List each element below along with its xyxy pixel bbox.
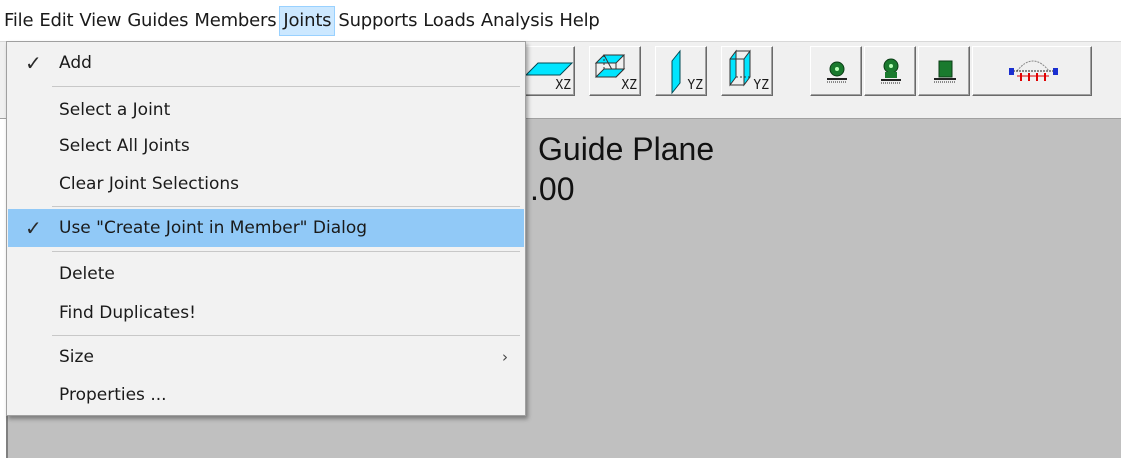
menu-item-label: Properties ... — [59, 385, 167, 405]
menu-separator — [52, 251, 520, 252]
menu-joints[interactable]: Joints — [279, 5, 336, 36]
guide-plane-title: Guide Plane — [538, 131, 715, 167]
submenu-arrow-icon: › — [502, 348, 508, 366]
check-icon: ✓ — [25, 51, 42, 75]
menu-item-label: Select All Joints — [59, 136, 190, 156]
guide-plane-value: .00 — [530, 171, 575, 207]
menu-separator — [52, 206, 520, 207]
menu-file[interactable]: File — [1, 6, 36, 36]
menu-item-select-joint[interactable]: Select a Joint — [8, 91, 524, 129]
yz-plane-button[interactable]: YZ — [655, 46, 707, 96]
menu-separator — [52, 335, 520, 336]
menu-loads[interactable]: Loads — [420, 6, 478, 36]
menu-item-label: Find Duplicates! — [59, 303, 196, 323]
check-icon: ✓ — [25, 216, 42, 240]
menu-item-delete[interactable]: Delete — [8, 255, 524, 293]
menu-item-label: Use "Create Joint in Member" Dialog — [59, 218, 368, 238]
menu-item-label: Add — [59, 53, 92, 73]
menu-separator — [52, 86, 520, 87]
roller-support-button[interactable] — [864, 46, 916, 96]
menu-item-label: Clear Joint Selections — [59, 174, 240, 194]
menu-edit[interactable]: Edit — [36, 6, 76, 36]
pin-support-icon — [827, 61, 847, 83]
menu-item-clear-joint-selections[interactable]: Clear Joint Selections — [8, 165, 524, 203]
yz-label: YZ — [687, 78, 703, 93]
xz-box-button[interactable]: XZ — [589, 46, 641, 96]
menu-item-label: Size — [59, 347, 94, 367]
menu-supports[interactable]: Supports — [335, 6, 420, 36]
yz-box-button[interactable]: YZ — [721, 46, 773, 96]
joints-dropdown-menu: ✓ Add Select a Joint Select All Joints C… — [6, 41, 526, 416]
menu-view[interactable]: View — [76, 6, 124, 36]
menu-item-label: Delete — [59, 264, 115, 284]
menu-item-create-joint-dialog[interactable]: ✓ Use "Create Joint in Member" Dialog — [8, 209, 524, 247]
menu-analysis[interactable]: Analysis — [478, 6, 557, 36]
roller-support-icon — [881, 58, 901, 84]
menu-members[interactable]: Members — [191, 6, 279, 36]
xz-plane-button[interactable]: XZ — [523, 46, 575, 96]
pin-support-button[interactable] — [810, 46, 862, 96]
menu-item-add[interactable]: ✓ Add — [8, 44, 524, 82]
xz-box-label: XZ — [621, 78, 637, 93]
menu-item-properties[interactable]: Properties ... — [8, 376, 524, 414]
distributed-load-icon — [1009, 60, 1058, 81]
fixed-support-button[interactable] — [918, 46, 970, 96]
menu-item-size[interactable]: Size › — [8, 338, 524, 376]
menu-help[interactable]: Help — [556, 6, 602, 36]
menu-item-select-all-joints[interactable]: Select All Joints — [8, 127, 524, 165]
xz-label: XZ — [555, 78, 571, 93]
menu-item-label: Select a Joint — [59, 100, 171, 120]
fixed-support-icon — [934, 60, 956, 83]
yz-box-label: YZ — [753, 78, 769, 93]
menu-item-find-duplicates[interactable]: Find Duplicates! — [8, 294, 524, 332]
menu-bar: File Edit View Guides Members Joints Sup… — [0, 0, 1121, 41]
distributed-load-button[interactable] — [972, 46, 1092, 96]
menu-guides[interactable]: Guides — [124, 6, 191, 36]
